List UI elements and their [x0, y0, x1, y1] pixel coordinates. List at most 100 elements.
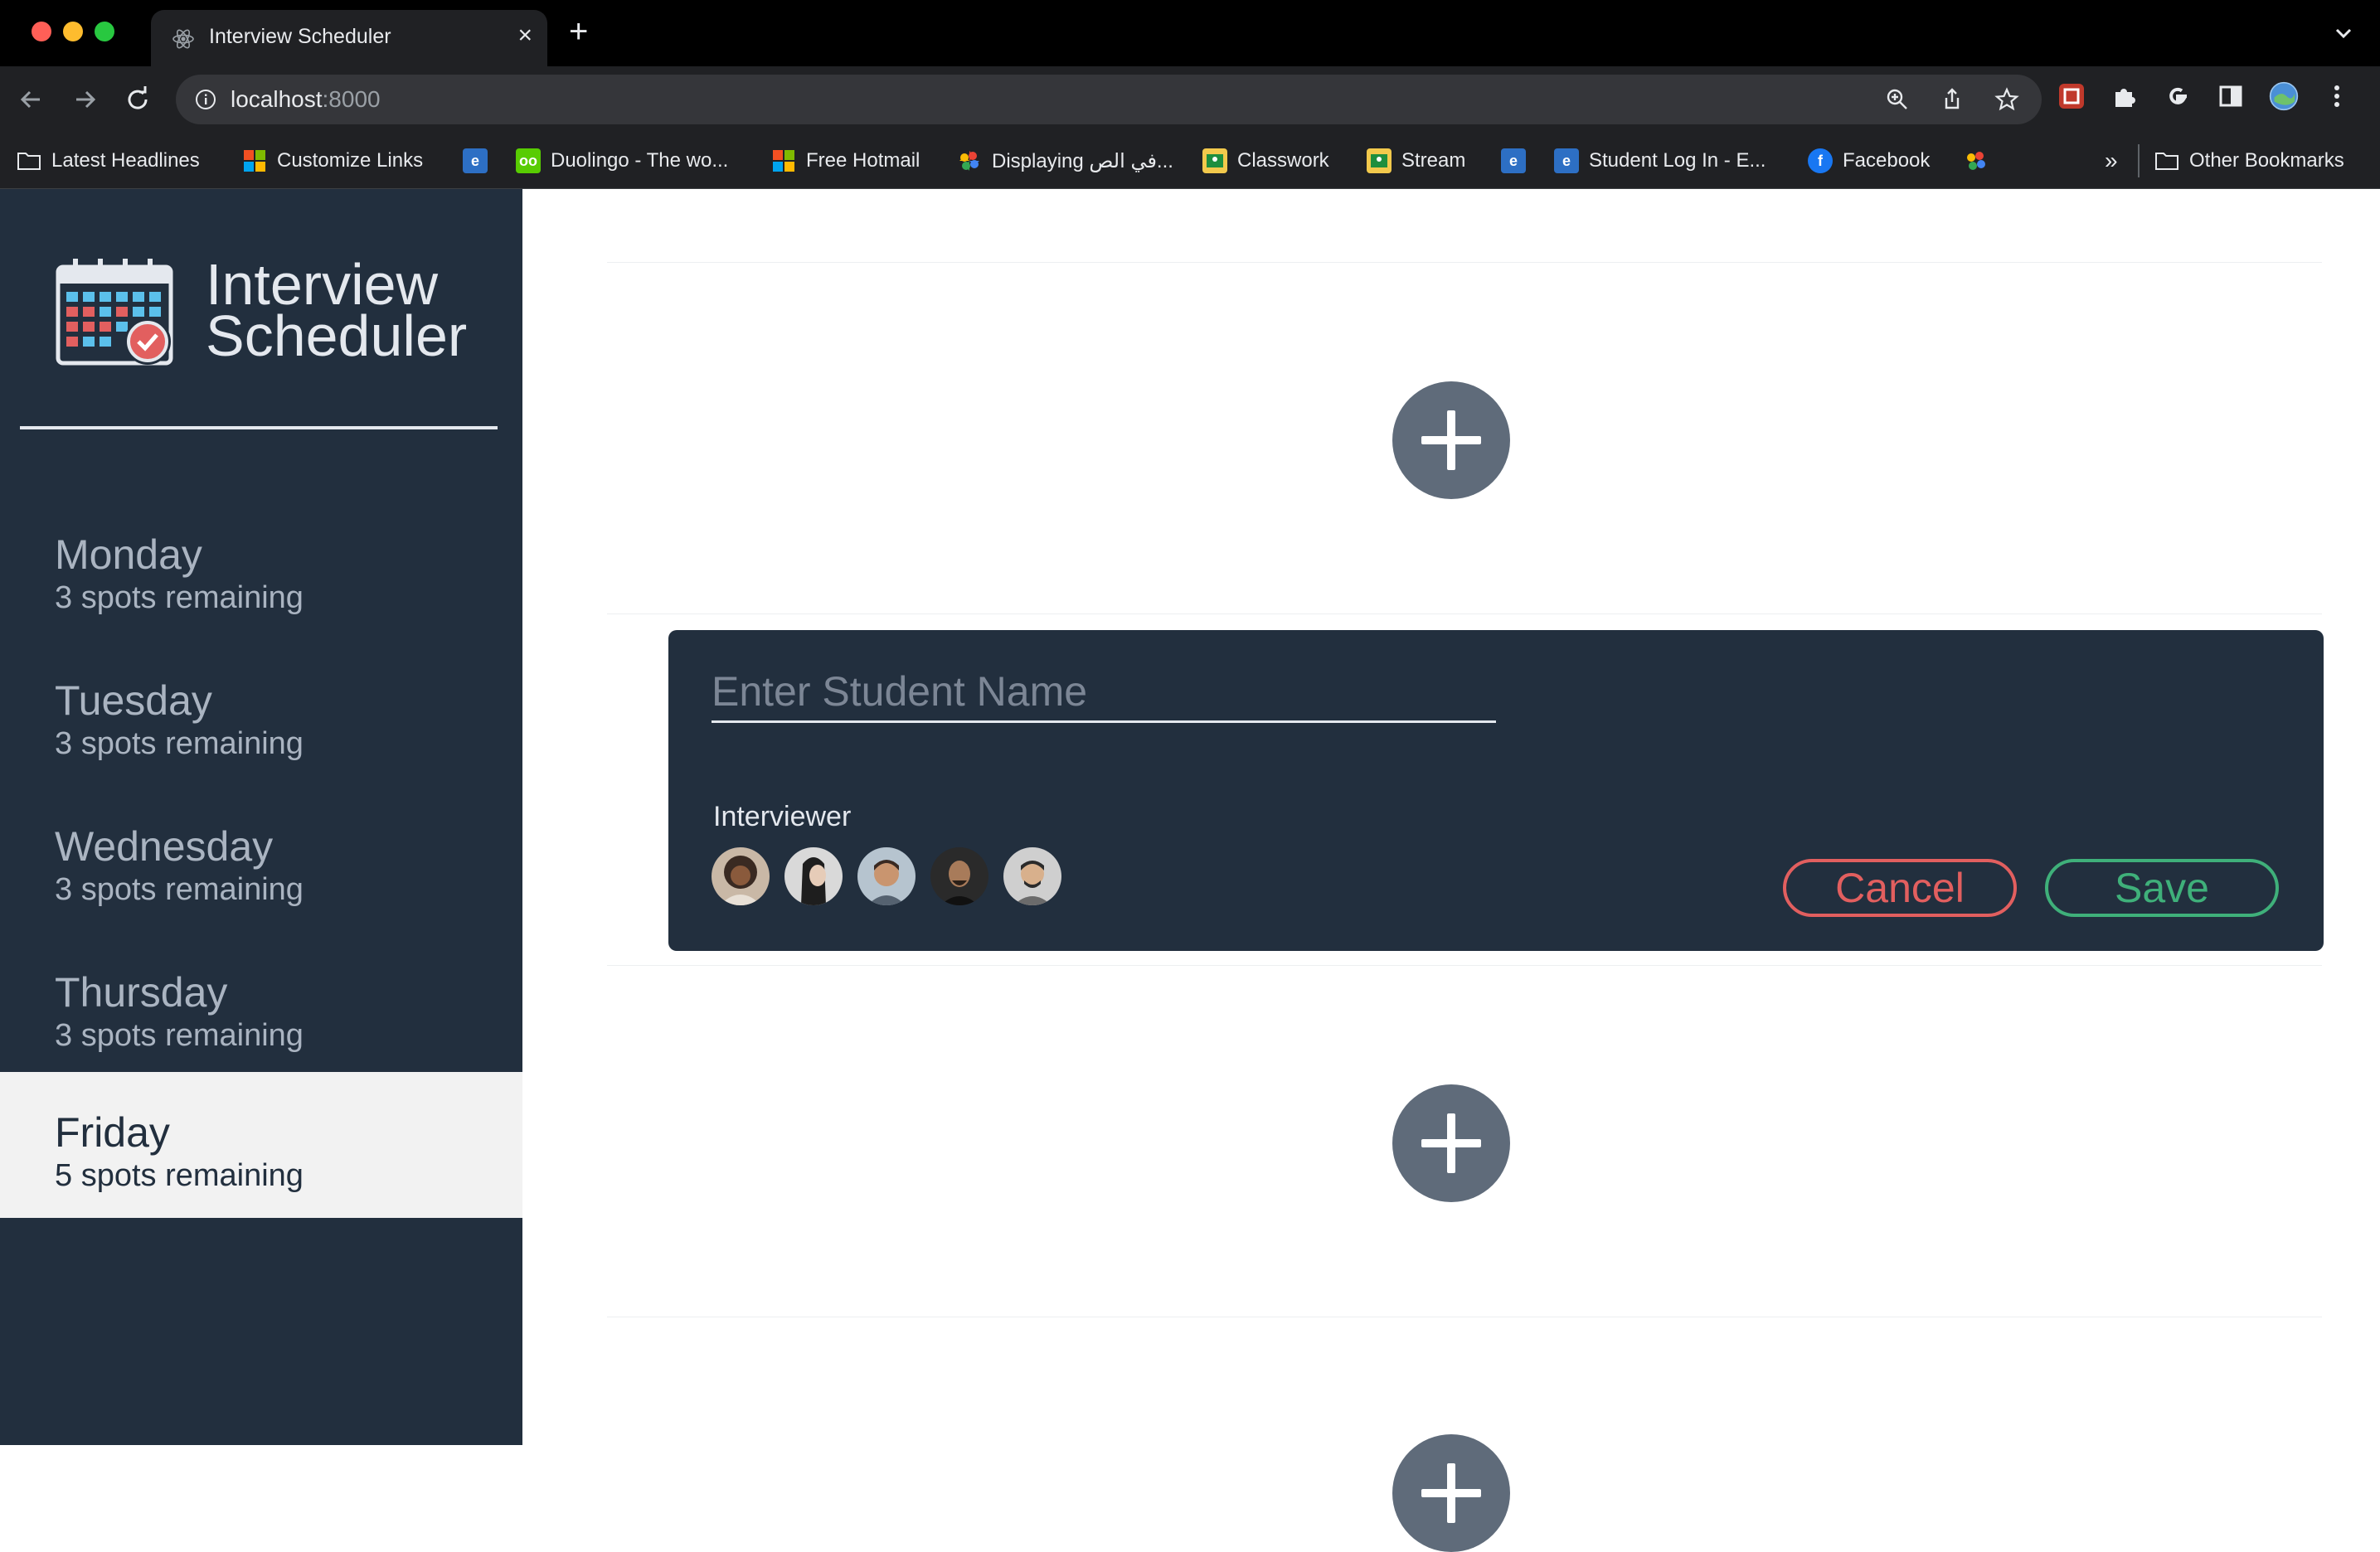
classroom-icon [1202, 148, 1227, 173]
overflow-label: » [2105, 148, 2118, 173]
side-panel-icon[interactable] [2216, 81, 2246, 111]
bookmark-item[interactable]: Latest Headlines [17, 146, 200, 176]
day-spots: 3 spots remaining [55, 726, 304, 761]
day-name: Thursday [55, 969, 228, 1016]
bookmark-label: Latest Headlines [51, 149, 200, 172]
add-appointment-button[interactable] [1392, 381, 1510, 499]
facebook-icon: f [1808, 148, 1833, 173]
app-title-line2: Scheduler [206, 303, 468, 368]
back-icon[interactable] [15, 83, 48, 116]
interviewer-avatar[interactable] [930, 847, 988, 905]
bookmark-item[interactable]: oo Duolingo - The wo... [516, 146, 728, 176]
tab-strip: Interview Scheduler × + [0, 0, 2380, 66]
save-button[interactable]: Save [2045, 859, 2279, 917]
day-item-monday[interactable]: Monday 3 spots remaining [0, 494, 522, 640]
day-name: Friday [55, 1109, 170, 1156]
bookmark-item[interactable]: Classwork [1202, 146, 1329, 176]
folder-icon [2154, 148, 2179, 173]
sidebar: Interview Scheduler Monday 3 spots remai… [0, 189, 522, 1445]
app-icon: e [1501, 148, 1526, 173]
bookmark-item[interactable]: e [463, 146, 488, 176]
bookmark-item[interactable]: e Student Log In - E... [1554, 146, 1766, 176]
classroom-icon [1367, 148, 1392, 173]
bookmark-label: Duolingo - The wo... [551, 149, 729, 172]
google-icon[interactable] [2163, 81, 2193, 111]
day-spots: 3 spots remaining [55, 580, 304, 615]
maximize-window-button[interactable] [95, 22, 114, 41]
bookmark-item[interactable] [1964, 146, 1989, 176]
day-spots: 3 spots remaining [55, 1018, 304, 1053]
interviewer-label: Interviewer [713, 801, 852, 832]
chevron-down-icon[interactable] [2334, 23, 2353, 43]
bookmark-label: Free Hotmail [806, 149, 920, 172]
day-item-thursday[interactable]: Thursday 3 spots remaining [0, 932, 522, 1078]
interviewer-avatar[interactable] [712, 847, 770, 905]
duolingo-icon: oo [516, 148, 541, 173]
menu-kebab-icon[interactable] [2322, 81, 2352, 111]
close-window-button[interactable] [32, 22, 51, 41]
bookmark-label: Displaying في الص... [992, 149, 1173, 172]
day-name: Wednesday [55, 823, 274, 870]
info-icon[interactable] [194, 88, 217, 111]
folder-icon [17, 148, 41, 173]
share-icon[interactable] [1939, 86, 1965, 113]
slot-divider [607, 965, 2322, 966]
interviewer-avatar[interactable] [784, 847, 843, 905]
app-title: Interview Scheduler [206, 255, 468, 368]
pinwheel-icon [1964, 148, 1989, 173]
day-name: Tuesday [55, 677, 212, 724]
sidebar-divider [20, 426, 498, 429]
bookmarks-bar: Latest Headlines Customize Links e oo Du… [0, 133, 2380, 189]
bookmark-item[interactable]: Customize Links [242, 146, 423, 176]
reload-icon[interactable] [121, 83, 154, 116]
bookmarks-divider [2138, 144, 2140, 177]
url-text: localhost:8000 [231, 86, 381, 113]
extension-red-icon[interactable] [2057, 81, 2086, 111]
interviewer-avatar[interactable] [1003, 847, 1061, 905]
new-tab-button[interactable]: + [569, 15, 588, 48]
calendar-logo-icon [56, 259, 173, 366]
add-appointment-button[interactable] [1392, 1434, 1510, 1552]
address-bar[interactable]: localhost:8000 [176, 75, 2042, 124]
tab-interview-scheduler[interactable]: Interview Scheduler × [151, 10, 547, 66]
tab-close-icon[interactable]: × [517, 22, 532, 50]
forward-icon[interactable] [68, 83, 101, 116]
bookmark-item[interactable]: e [1501, 146, 1526, 176]
app-icon: e [463, 148, 488, 173]
minimize-window-button[interactable] [63, 22, 83, 41]
bookmark-label: Customize Links [277, 149, 424, 172]
add-appointment-button[interactable] [1392, 1084, 1510, 1202]
bookmark-item[interactable]: Free Hotmail [771, 146, 920, 176]
schedule-main: Interviewer Cancel Save [522, 189, 2380, 1552]
interviewer-list [712, 847, 1061, 905]
profile-avatar[interactable] [2269, 81, 2299, 111]
bookmark-label: Stream [1401, 149, 1466, 172]
other-bookmarks[interactable]: Other Bookmarks [2154, 146, 2344, 176]
bookmark-item[interactable]: Stream [1367, 146, 1465, 176]
react-icon [172, 29, 194, 49]
day-item-friday[interactable]: Friday 5 spots remaining [0, 1072, 522, 1218]
url-host: localhost [231, 86, 323, 112]
star-icon[interactable] [1994, 86, 2020, 113]
other-bookmarks-label: Other Bookmarks [2189, 149, 2344, 172]
interviewer-avatar[interactable] [857, 847, 916, 905]
bookmark-label: Classwork [1237, 149, 1329, 172]
student-name-input[interactable] [712, 662, 1496, 723]
bookmark-label: Facebook [1843, 149, 1931, 172]
browser-chrome: Interview Scheduler × + localhost:8000 L… [0, 0, 2380, 189]
bookmark-item[interactable]: f Facebook [1808, 146, 1930, 176]
day-spots: 5 spots remaining [55, 1158, 304, 1193]
cancel-button[interactable]: Cancel [1783, 859, 2017, 917]
tab-title: Interview Scheduler [209, 25, 391, 48]
day-name: Monday [55, 531, 202, 578]
extensions-puzzle-icon[interactable] [2110, 81, 2140, 111]
day-item-tuesday[interactable]: Tuesday 3 spots remaining [0, 640, 522, 786]
bookmark-item[interactable]: Displaying في الص... [957, 146, 1173, 176]
bookmark-label: Student Log In - E... [1589, 149, 1766, 172]
browser-toolbar: localhost:8000 [0, 66, 2380, 133]
bookmarks-overflow-button[interactable]: » [2105, 146, 2118, 176]
day-item-wednesday[interactable]: Wednesday 3 spots remaining [0, 786, 522, 932]
zoom-icon[interactable] [1884, 86, 1911, 113]
url-port: :8000 [322, 86, 381, 112]
pinwheel-icon [957, 148, 982, 173]
